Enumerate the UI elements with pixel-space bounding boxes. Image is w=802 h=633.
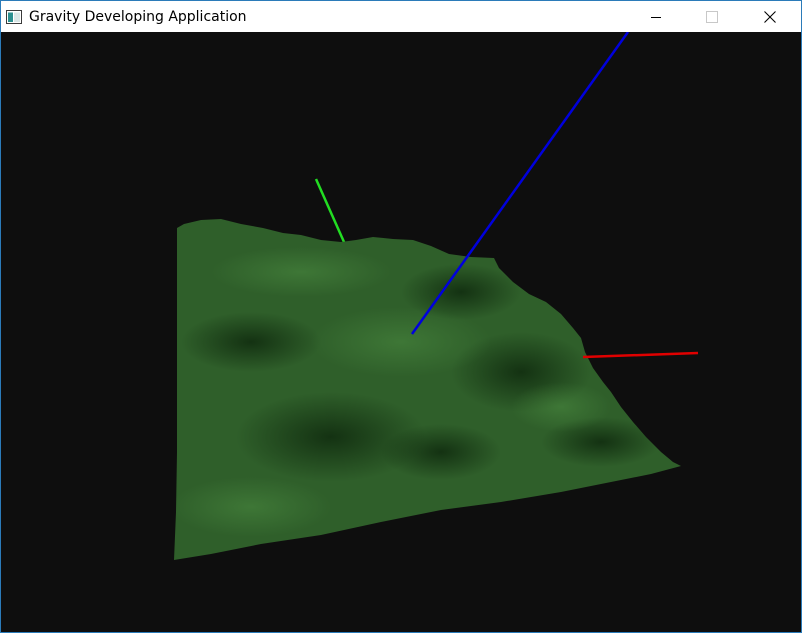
application-window: Gravity Developing Application bbox=[0, 0, 802, 633]
app-window-icon bbox=[6, 9, 22, 25]
title-bar[interactable]: Gravity Developing Application bbox=[1, 1, 801, 32]
minimize-icon bbox=[650, 11, 662, 23]
maximize-icon bbox=[706, 10, 718, 23]
x-axis-line bbox=[582, 351, 699, 359]
minimize-button[interactable] bbox=[633, 1, 679, 32]
maximize-button[interactable] bbox=[689, 1, 735, 32]
close-icon bbox=[764, 10, 776, 23]
window-title: Gravity Developing Application bbox=[29, 9, 247, 25]
close-button[interactable] bbox=[747, 1, 793, 32]
y-axis-line bbox=[314, 178, 346, 243]
terrain-mesh bbox=[174, 219, 681, 560]
render-viewport[interactable] bbox=[1, 32, 801, 632]
scene-canvas bbox=[174, 32, 699, 560]
